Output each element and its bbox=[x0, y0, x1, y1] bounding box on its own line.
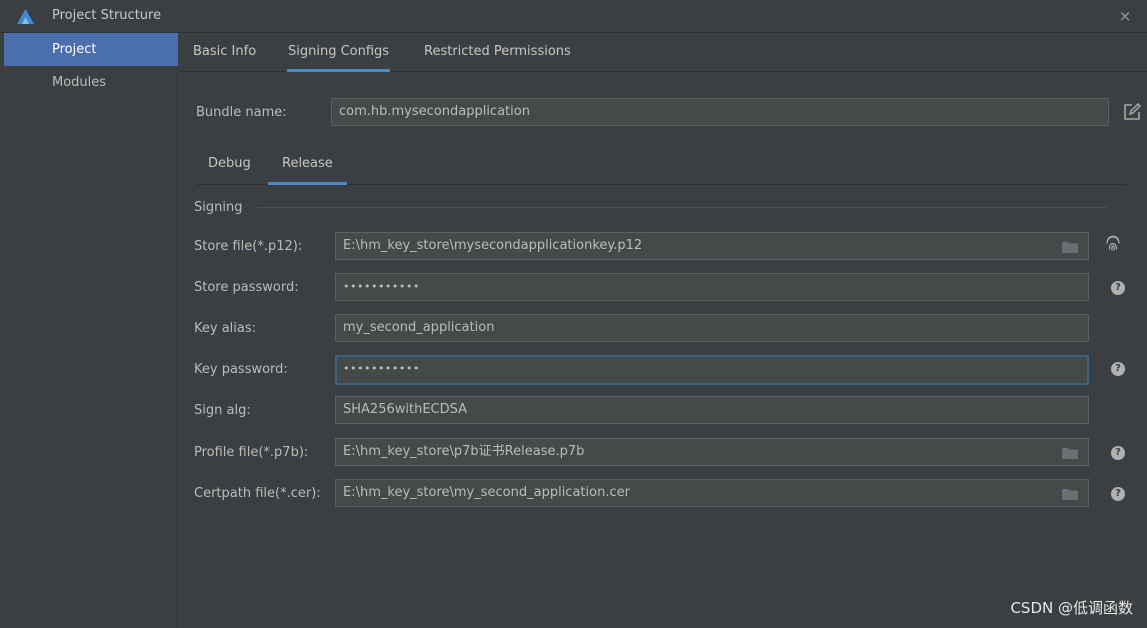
store-file-field[interactable]: E:\hm_key_store\mysecondapplicationkey.p… bbox=[335, 232, 1089, 260]
watermark: CSDN @低调函数 bbox=[1010, 599, 1133, 617]
key-password-label: Key password: bbox=[194, 362, 288, 377]
tab-release[interactable]: Release bbox=[268, 145, 347, 185]
bundle-name-label: Bundle name: bbox=[196, 105, 287, 120]
sidebar-item-project[interactable]: Project bbox=[4, 33, 178, 66]
tab-signing-configs[interactable]: Signing Configs bbox=[287, 33, 391, 72]
certpath-file-value: E:\hm_key_store\my_second_application.ce… bbox=[343, 485, 630, 500]
store-password-field[interactable]: ••••••••••• bbox=[335, 273, 1089, 301]
certpath-file-label: Certpath file(*.cer): bbox=[194, 486, 321, 501]
help-icon[interactable]: ? bbox=[1111, 362, 1125, 376]
sign-alg-field[interactable]: SHA256withECDSA bbox=[335, 396, 1089, 424]
tab-debug[interactable]: Debug bbox=[208, 145, 251, 185]
profile-file-value: E:\hm_key_store\p7b证书Release.p7b bbox=[343, 444, 585, 459]
store-file-value: E:\hm_key_store\mysecondapplicationkey.p… bbox=[343, 238, 643, 253]
store-file-label: Store file(*.p12): bbox=[194, 239, 303, 254]
signing-section-title: Signing bbox=[194, 200, 243, 215]
tab-basic-info[interactable]: Basic Info bbox=[193, 33, 256, 72]
section-divider bbox=[257, 207, 1107, 208]
certpath-file-field[interactable]: E:\hm_key_store\my_second_application.ce… bbox=[335, 479, 1089, 507]
folder-icon[interactable] bbox=[1062, 241, 1078, 253]
app-logo-icon bbox=[17, 9, 34, 24]
content-panel: Basic Info Signing Configs Restricted Pe… bbox=[179, 33, 1147, 628]
folder-icon[interactable] bbox=[1062, 447, 1078, 459]
help-icon[interactable]: ? bbox=[1111, 487, 1125, 501]
store-password-label: Store password: bbox=[194, 280, 299, 295]
profile-file-label: Profile file(*.p7b): bbox=[194, 445, 309, 460]
build-type-tabs: Debug Release bbox=[196, 145, 1127, 185]
sidebar-item-modules[interactable]: Modules bbox=[4, 66, 178, 99]
profile-file-field[interactable]: E:\hm_key_store\p7b证书Release.p7b bbox=[335, 438, 1089, 466]
key-password-field[interactable]: ••••••••••• bbox=[335, 355, 1089, 385]
key-alias-label: Key alias: bbox=[194, 321, 257, 336]
title-bar: Project Structure × bbox=[0, 0, 1147, 33]
help-icon[interactable]: ? bbox=[1111, 446, 1125, 460]
tab-restricted-permissions[interactable]: Restricted Permissions bbox=[424, 33, 571, 72]
tab-bar: Basic Info Signing Configs Restricted Pe… bbox=[179, 33, 1147, 72]
sidebar: Project Modules bbox=[4, 33, 178, 628]
key-alias-field[interactable]: my_second_application bbox=[335, 314, 1089, 342]
help-icon[interactable]: ? bbox=[1111, 281, 1125, 295]
fingerprint-icon[interactable] bbox=[1104, 234, 1122, 252]
folder-icon[interactable] bbox=[1062, 488, 1078, 500]
close-icon[interactable]: × bbox=[1114, 5, 1136, 27]
window-title: Project Structure bbox=[52, 8, 162, 23]
edit-icon[interactable] bbox=[1123, 103, 1141, 121]
bundle-name-field[interactable]: com.hb.mysecondapplication bbox=[331, 98, 1109, 126]
sign-alg-label: Sign alg: bbox=[194, 403, 251, 418]
